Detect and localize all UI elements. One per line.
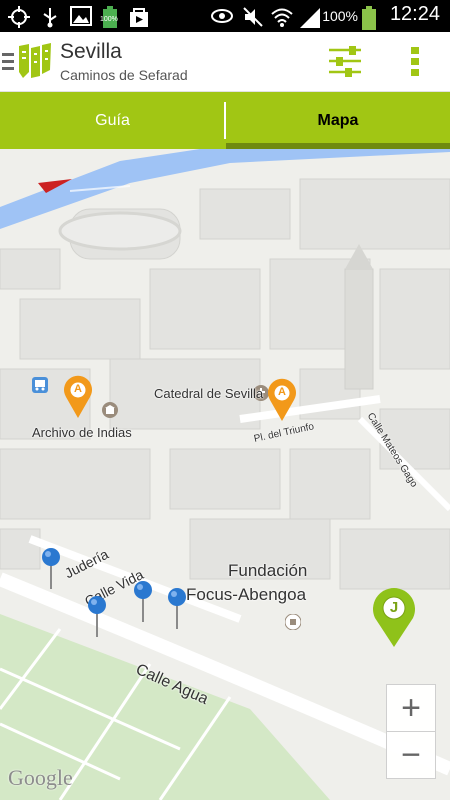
bus-stop-icon[interactable] xyxy=(32,377,48,393)
label-fundacion-1: Fundación xyxy=(228,561,308,580)
wifi-icon xyxy=(271,8,293,27)
marker-letter: A xyxy=(278,386,286,398)
blue-pin-2[interactable] xyxy=(86,595,108,639)
map-pin-icon xyxy=(373,588,415,647)
map-base xyxy=(0,149,450,800)
label-catedral: Catedral de Sevilla xyxy=(154,386,264,401)
place-poi-icon[interactable] xyxy=(285,614,301,630)
clock: 12:24 xyxy=(389,3,440,25)
battery-icon xyxy=(362,6,376,30)
mute-icon xyxy=(243,7,263,27)
zoom-out-button[interactable]: − xyxy=(386,731,436,779)
blue-pin-4[interactable] xyxy=(166,587,188,631)
zoom-in-button[interactable]: + xyxy=(386,684,436,732)
map-pin-icon xyxy=(268,378,296,421)
battery-percent: 100% xyxy=(322,8,358,24)
status-bar: 100% 100% 12:24 xyxy=(0,0,450,32)
map-pin-icon xyxy=(64,375,92,418)
tab-bar: Guía Mapa xyxy=(0,92,450,149)
marker-letter: A xyxy=(74,383,82,395)
menu-icon[interactable] xyxy=(2,51,14,71)
eye-icon xyxy=(211,9,233,23)
marker-letter: J xyxy=(389,599,399,616)
marker-orange-catedral[interactable]: A xyxy=(266,378,298,422)
google-logo: Google xyxy=(8,765,73,790)
label-fundacion-2: Focus-Abengoa xyxy=(186,585,307,604)
marker-orange-archivo[interactable]: A xyxy=(62,375,94,419)
tab-mapa[interactable]: Mapa xyxy=(226,92,450,149)
blue-pin-3[interactable] xyxy=(132,580,154,624)
app-subtitle: Caminos de Sefarad xyxy=(60,67,188,83)
marker-green-fundacion[interactable]: J xyxy=(370,586,418,648)
label-archivo: Archivo de Indias xyxy=(32,425,132,440)
store-bag-icon xyxy=(130,8,148,27)
filter-sliders-icon[interactable] xyxy=(328,45,362,77)
app-logo-icon[interactable] xyxy=(17,42,53,80)
battery-small-badge: 100% xyxy=(100,16,118,23)
overflow-menu-icon[interactable] xyxy=(410,46,420,78)
museum-poi-icon[interactable] xyxy=(102,402,118,418)
map-view[interactable]: Catedral de Sevilla Archivo de Indias Fu… xyxy=(0,149,450,800)
usb-icon xyxy=(43,8,57,28)
gps-icon xyxy=(8,6,30,28)
image-icon xyxy=(70,6,92,26)
action-bar: Sevilla Caminos de Sefarad xyxy=(0,32,450,92)
tab-guia[interactable]: Guía xyxy=(0,92,225,149)
blue-pin-1[interactable] xyxy=(40,547,62,591)
app-title: Sevilla xyxy=(60,40,122,63)
signal-icon xyxy=(300,8,320,28)
